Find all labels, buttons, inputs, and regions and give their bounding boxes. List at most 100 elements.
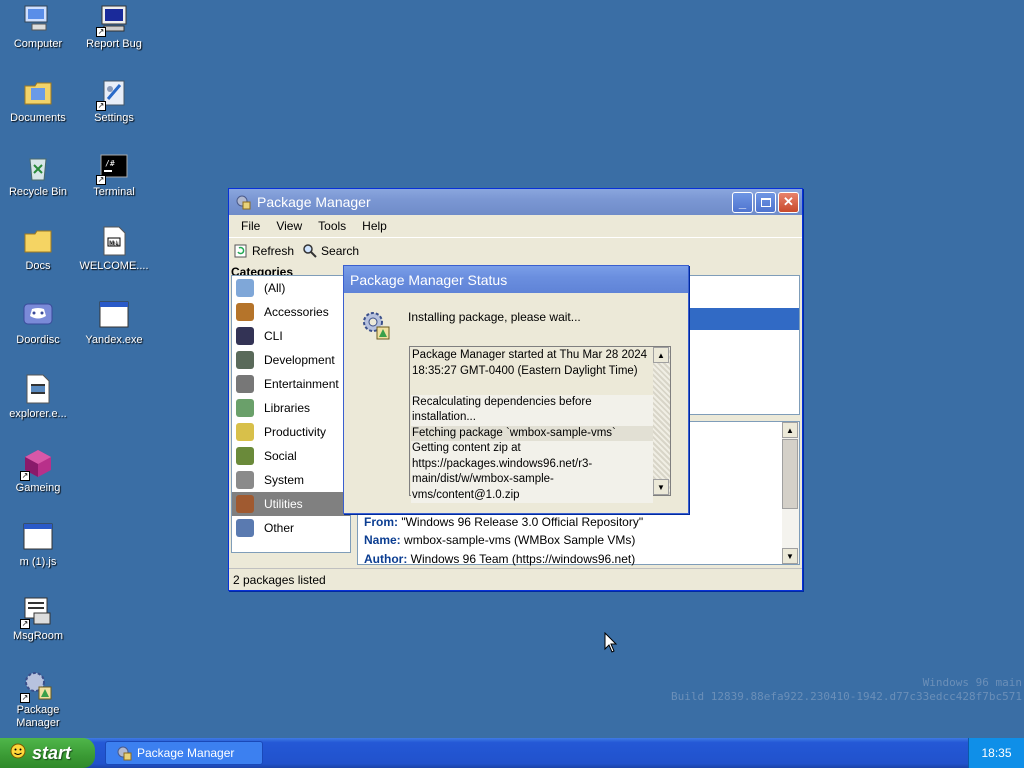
desktop-icon-discord[interactable]: Doordisc [0,299,76,347]
desktop-icon-label: Package Manager [16,704,60,729]
desktop-icon-settings[interactable]: ↗ Settings [76,77,152,125]
category-label: Productivity [264,425,327,439]
minimize-button[interactable]: _ [732,191,753,213]
folder-icon [22,225,54,257]
window-icon [236,519,254,537]
package-manager-icon: ↗ [20,669,54,703]
watermark-line-2: Build 12839.88efa922.230410-1942.d77c33e… [671,690,1022,703]
menu-tools[interactable]: Tools [310,219,354,233]
log-line [411,379,653,395]
desktop-icon-label: Settings [94,112,134,124]
shortcut-arrow-icon: ↗ [20,693,30,703]
briefcase-icon [236,303,254,321]
development-icon [236,351,254,369]
category-cli-window[interactable]: CLI [232,324,350,348]
category-gear[interactable]: System [232,468,350,492]
controller-icon [236,375,254,393]
desktop-icon-computer[interactable]: Computer [0,3,76,51]
category-briefcase[interactable]: Accessories [232,300,350,324]
package-manager-titlebar[interactable]: Package Manager _ ✕ [229,189,802,215]
package-manager-task-icon [116,745,132,761]
close-icon: ✕ [783,194,794,209]
discord-icon [22,299,54,331]
desktop-icon-terminal[interactable]: /# ↗ Terminal [76,151,152,199]
clock[interactable]: 18:35 [981,746,1011,760]
details-scrollbar[interactable]: ▲ ▼ [782,422,799,564]
desktop-icon-msgroom[interactable]: ↗ MsgRoom [0,595,76,643]
desktop-icon-label: explorer.e... [9,408,67,420]
shortcut-arrow-icon: ↗ [20,471,30,481]
category-label: CLI [264,329,283,343]
scroll-thumb[interactable] [782,439,798,509]
desktop-icon-app-window[interactable]: Yandex.exe [76,299,152,347]
mouse-cursor-icon [604,631,618,657]
desktop-icon-recycle-bin[interactable]: Recycle Bin [0,151,76,199]
menubar: File View Tools Help [229,215,802,237]
desktop-icon-monitor[interactable]: ↗ Report Bug [76,3,152,51]
menu-help[interactable]: Help [354,219,395,233]
category-tools[interactable]: Utilities [232,492,350,516]
category-notepad[interactable]: Productivity [232,420,350,444]
shortcut-arrow-icon: ↗ [20,619,30,629]
refresh-icon [233,243,249,259]
desktop-icon-documents-folder[interactable]: Documents [0,77,76,125]
desktop-icon-film[interactable]: explorer.e... [0,373,76,421]
desktop-icon-label: Terminal [93,186,135,198]
category-library[interactable]: Libraries [232,396,350,420]
taskbar-task-package-manager[interactable]: Package Manager [105,741,263,765]
category-window[interactable]: Other [232,516,350,540]
library-icon [236,399,254,417]
film-icon [22,373,54,405]
scroll-up-button[interactable]: ▲ [782,422,798,438]
monitor-icon: ↗ [96,3,130,37]
desktop-icon-folder[interactable]: Docs [0,225,76,273]
category-label: Accessories [264,305,329,319]
computer-icon [22,3,54,35]
log-scroll-down-button[interactable]: ▼ [653,479,669,495]
windows-logo-icon [10,743,26,764]
category-label: Libraries [264,401,311,415]
search-button[interactable]: Search [302,243,359,259]
category-label: Entertainment [264,377,339,391]
log-scroll-up-button[interactable]: ▲ [653,347,669,363]
package-manager-title-icon [235,194,251,210]
status-gear-icon [360,309,392,341]
log-scrollbar[interactable]: ▲ ▼ [653,347,670,495]
status-dialog-titlebar[interactable]: Package Manager Status [344,266,688,293]
desktop-icon-markdown-file[interactable]: M↓ WELCOME.... [76,225,152,273]
category-development[interactable]: Development [232,348,350,372]
desktop-icon-label: Report Bug [86,38,142,50]
maximize-button[interactable] [755,191,776,213]
scroll-down-button[interactable]: ▼ [782,548,798,564]
desktop-icon-cube[interactable]: ↗ Gameing [0,447,76,495]
tools-icon [236,495,254,513]
desktop-icon-label: Docs [25,260,51,272]
desktop-icon-label: MsgRoom [12,630,64,642]
category-controller[interactable]: Entertainment [232,372,350,396]
start-label: start [32,742,72,763]
minimize-icon: _ [738,194,747,210]
desktop-icon-package-manager[interactable]: ↗ Package Manager [0,669,76,730]
menu-file[interactable]: File [233,219,268,233]
refresh-button[interactable]: Refresh [233,243,294,259]
status-log: Package Manager started at Thu Mar 28 20… [409,346,671,503]
desktop-icon-label: Documents [10,112,66,124]
recycle-bin-icon [22,151,54,183]
category-people[interactable]: Social [232,444,350,468]
cube-icon: ↗ [20,447,54,481]
log-line: Getting content zip at https://packages.… [411,441,653,503]
start-button[interactable]: start [0,738,95,768]
detail-from-label: From: [364,515,398,529]
desktop-icon-js-window[interactable]: m (1).js [0,521,76,569]
taskbar: start Package Manager 18:35 [0,738,1024,768]
category-all[interactable]: (All) [232,276,350,300]
status-dialog-title: Package Manager Status [350,271,508,288]
menu-view[interactable]: View [268,219,310,233]
system-tray: 18:35 [968,738,1024,768]
cli-window-icon [236,327,254,345]
log-line: Fetching package `wmbox-sample-vms` [411,425,653,441]
status-message: Installing package, please wait... [408,310,581,324]
close-button[interactable]: ✕ [778,191,799,213]
task-label: Package Manager [137,746,235,760]
log-line: Package Manager started at Thu Mar 28 20… [411,348,653,379]
